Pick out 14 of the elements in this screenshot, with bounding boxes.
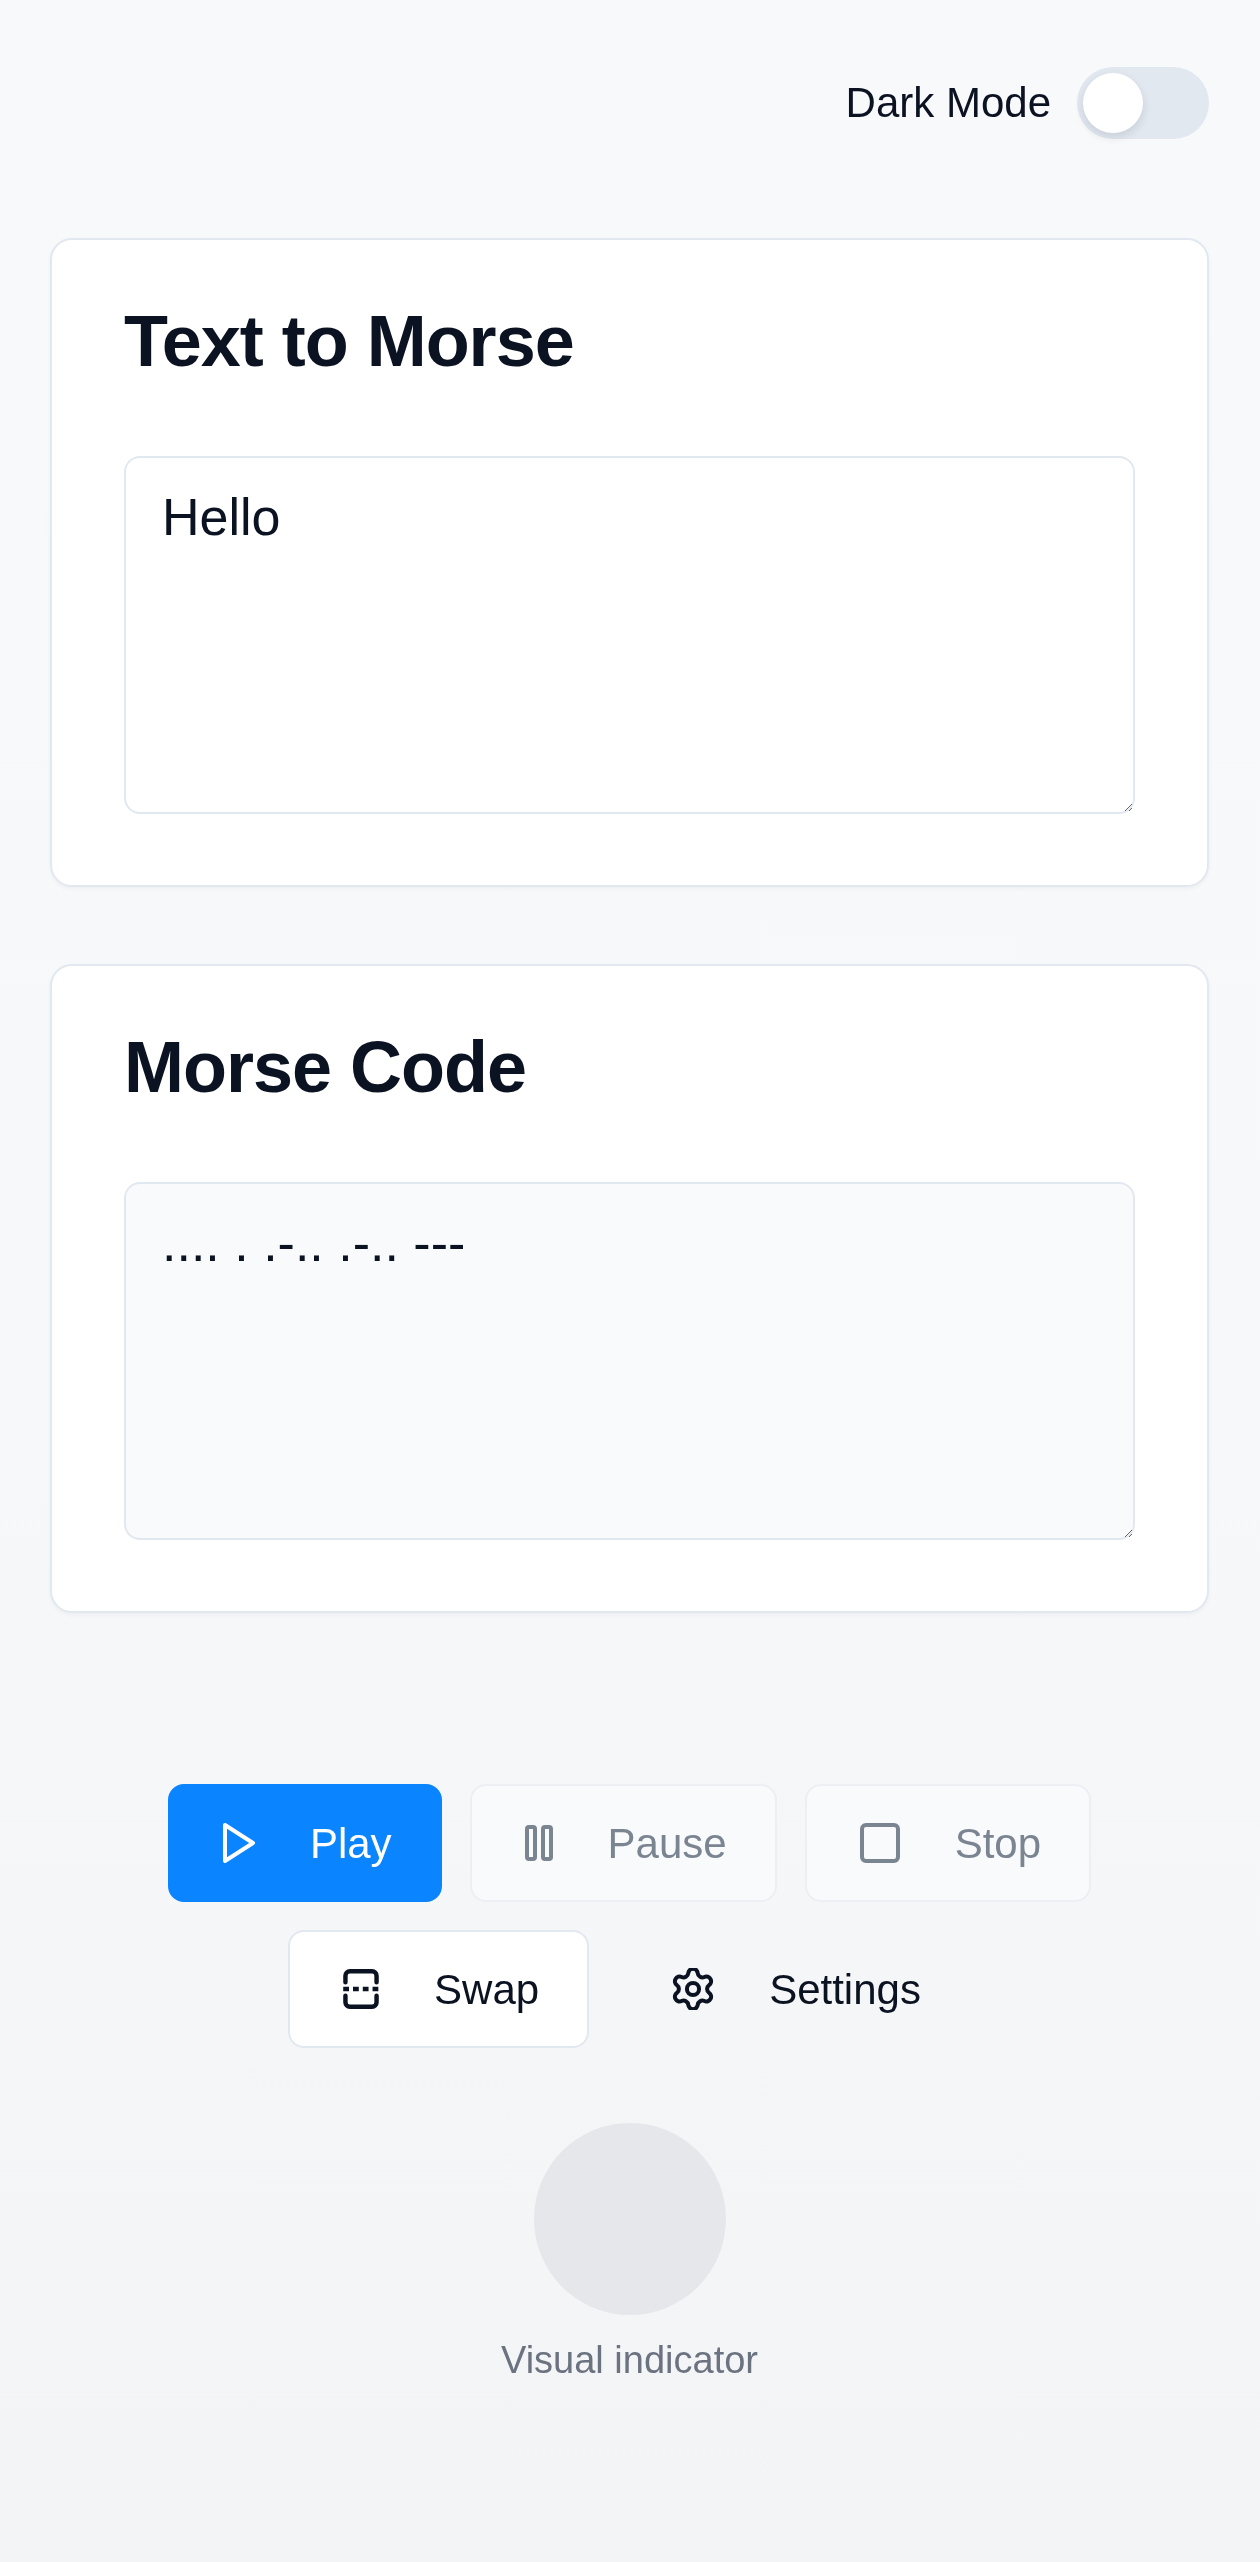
play-button[interactable]: Play [167,1784,442,1902]
settings-button[interactable]: Settings [617,1930,971,2048]
settings-icon [672,1968,715,2010]
pause-icon [524,1825,553,1861]
indicator-label: Visual indicator [501,2338,758,2383]
play-icon [222,1823,255,1863]
swap-button[interactable]: Swap [288,1930,590,2048]
panel-title: Text to Morse [124,300,575,383]
stop-icon [859,1823,900,1863]
dark-mode-label: Dark Mode [845,77,1051,128]
textarea-field[interactable]: Hello [124,456,1135,814]
panel-title: Morse Code [124,1026,528,1109]
split-square-icon [343,1969,380,2009]
textarea-field[interactable]: .... . .-.. .-.. --- [124,1182,1135,1540]
